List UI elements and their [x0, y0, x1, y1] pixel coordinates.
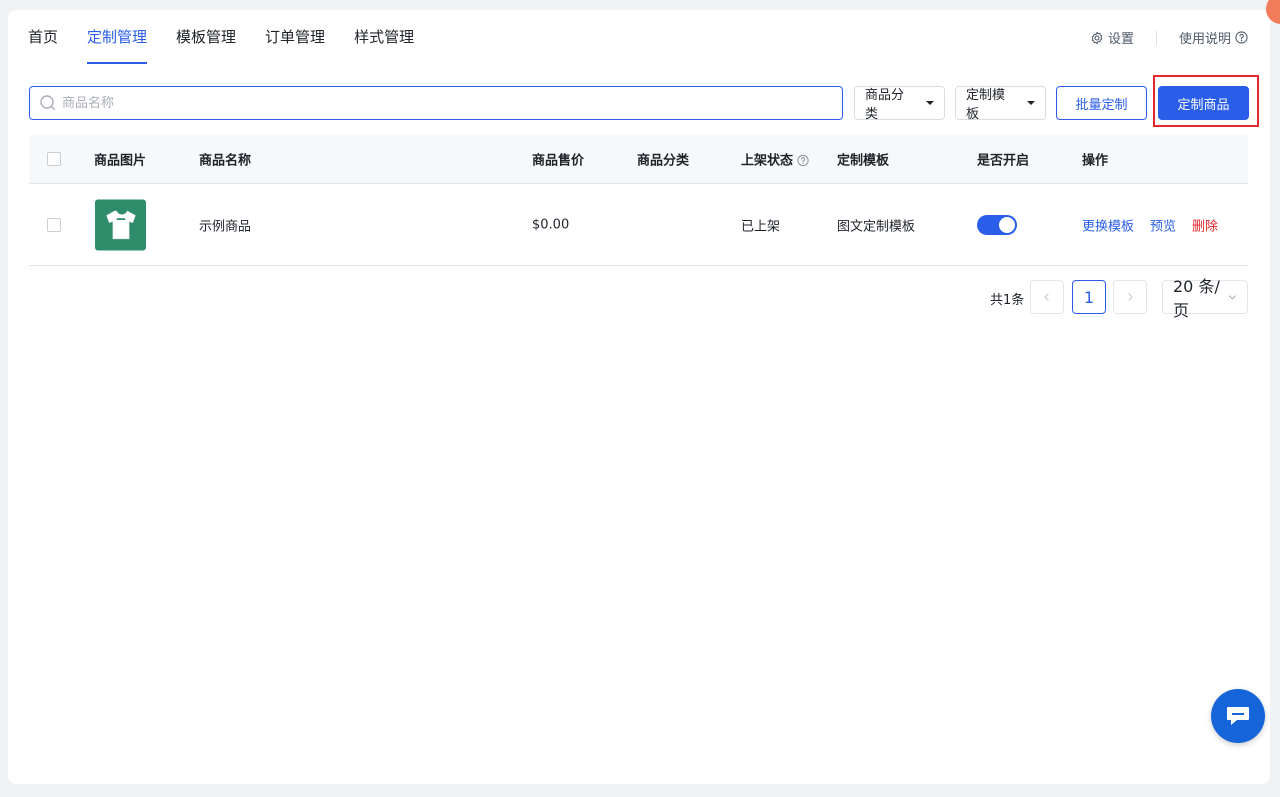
preview-link[interactable]: 预览 [1150, 219, 1176, 234]
tab-customization[interactable]: 定制管理 [87, 10, 148, 66]
product-template: 图文定制模板 [837, 219, 916, 234]
table-row: 示例商品 $0.00 已上架 图文定制模板 更换模板 预览 删除 [29, 184, 1248, 266]
header-category: 商品分类 [637, 153, 690, 169]
settings-label: 设置 [1107, 32, 1134, 47]
chevron-down-icon [1229, 295, 1237, 300]
top-right-links: 设置 使用说明 [1090, 28, 1248, 47]
caret-down-icon [926, 101, 934, 105]
delete-link[interactable]: 删除 [1192, 219, 1218, 234]
header-status: 上架状态 [741, 150, 809, 169]
header-price: 商品售价 [532, 153, 585, 169]
product-table: 商品图片 商品名称 商品售价 商品分类 上架状态 定制模板 是否开启 操作 示例… [29, 135, 1248, 266]
question-circle-icon [1235, 31, 1248, 44]
pagination-total: 共1条 [990, 293, 1025, 308]
header-actions: 操作 [1082, 153, 1109, 169]
tshirt-icon [105, 210, 136, 240]
product-thumbnail [95, 199, 146, 250]
row-checkbox[interactable] [47, 217, 61, 232]
chevron-left-icon [1044, 293, 1049, 301]
select-all-checkbox[interactable] [47, 152, 61, 166]
row-actions: 更换模板 预览 删除 [1082, 215, 1218, 234]
chevron-right-icon [1128, 293, 1133, 301]
highlight-box [1153, 75, 1259, 127]
tab-orders[interactable]: 订单管理 [265, 10, 325, 66]
search-icon [40, 95, 56, 111]
header-name: 商品名称 [199, 153, 252, 169]
page-button-1[interactable]: 1 [1072, 280, 1106, 314]
help-link[interactable]: 使用说明 [1179, 28, 1248, 47]
table-header: 商品图片 商品名称 商品售价 商品分类 上架状态 定制模板 是否开启 操作 [29, 135, 1248, 184]
header-enabled: 是否开启 [977, 153, 1030, 169]
header-status-label: 上架状态 [741, 153, 794, 169]
product-name: 示例商品 [199, 219, 252, 234]
next-page-button[interactable] [1113, 280, 1147, 314]
chat-bubble-icon [1227, 707, 1249, 725]
settings-link[interactable]: 设置 [1090, 28, 1134, 47]
top-nav: 首页 定制管理 模板管理 订单管理 样式管理 [28, 10, 443, 66]
search-box[interactable] [29, 86, 843, 120]
product-status: 已上架 [741, 219, 781, 234]
tab-home[interactable]: 首页 [28, 10, 58, 66]
category-select-label: 商品分类 [865, 88, 905, 122]
enabled-toggle[interactable] [977, 214, 1017, 235]
question-circle-icon[interactable] [797, 154, 809, 167]
main-card: 首页 定制管理 模板管理 订单管理 样式管理 设置 使用说明 商品名称 商品分类… [8, 10, 1270, 784]
divider [1155, 30, 1157, 45]
help-label: 使用说明 [1178, 32, 1231, 47]
category-select[interactable]: 商品分类 [854, 86, 945, 122]
search-input[interactable] [62, 95, 802, 111]
header-image: 商品图片 [94, 153, 147, 169]
page-size-label: 20 条/页 [1173, 277, 1220, 320]
change-template-link[interactable]: 更换模板 [1082, 219, 1134, 234]
chat-button[interactable] [1211, 689, 1265, 743]
template-select[interactable]: 定制模板 [955, 86, 1046, 122]
page-size-select[interactable]: 20 条/页 [1162, 277, 1248, 320]
batch-customize-button[interactable]: 批量定制 [1056, 86, 1147, 120]
caret-down-icon [1027, 101, 1035, 105]
product-price: $0.00 [532, 217, 570, 232]
gear-icon [1091, 31, 1103, 44]
template-select-label: 定制模板 [966, 88, 1006, 122]
prev-page-button[interactable] [1030, 280, 1064, 314]
tab-styles[interactable]: 样式管理 [354, 10, 414, 66]
header-template: 定制模板 [837, 153, 890, 169]
tab-templates[interactable]: 模板管理 [176, 10, 236, 66]
